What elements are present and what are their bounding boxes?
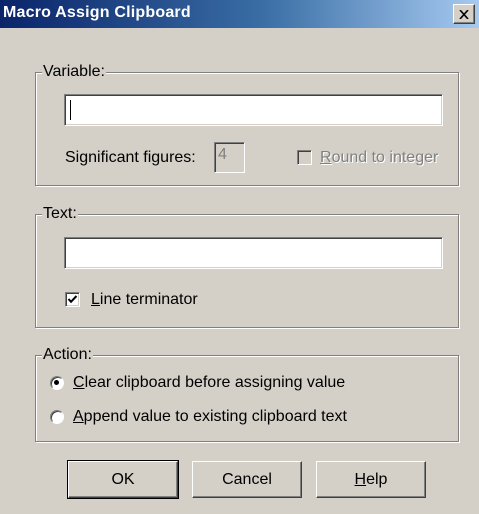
sig-figs-label: Significant figures: (65, 149, 196, 166)
clear-clipboard-label: Clear clipboard before assigning value (73, 373, 345, 393)
text-input[interactable] (64, 237, 443, 269)
append-value-radio[interactable] (50, 410, 64, 424)
append-value-label: Append value to existing clipboard text (73, 407, 347, 427)
line-terminator-label-rest: ine terminator (99, 291, 198, 308)
action-group: Action: (35, 346, 459, 442)
help-label-rest: elp (366, 470, 388, 488)
clear-label-rest: lear clipboard before assigning value (84, 374, 346, 391)
sig-figs-value: 4 (218, 146, 227, 163)
round-mnemonic: R (320, 149, 332, 166)
text-caret (70, 100, 71, 120)
round-label-rest: ound to integer (331, 149, 439, 166)
round-to-integer-checkbox[interactable] (297, 150, 312, 165)
cancel-button-label: Cancel (222, 470, 272, 488)
radio-selected-dot (54, 380, 59, 385)
line-terminator-mnemonic: L (91, 291, 100, 308)
action-group-legend: Action: (42, 346, 93, 364)
clear-mnemonic: C (73, 374, 85, 391)
append-label-rest: ppend value to existing clipboard text (83, 408, 347, 425)
sig-figs-input[interactable]: 4 (214, 142, 245, 173)
append-mnemonic: A (73, 408, 84, 425)
help-button-label: Help (355, 471, 388, 489)
round-to-integer-label: Round to integer (320, 148, 438, 168)
cancel-button[interactable]: Cancel (192, 461, 302, 498)
title-bar[interactable]: Macro Assign Clipboard (0, 0, 479, 28)
close-icon (459, 9, 469, 19)
close-button[interactable] (453, 4, 475, 24)
line-terminator-label: Line terminator (91, 290, 198, 310)
checkmark-icon (67, 295, 78, 304)
variable-group: Variable: (35, 63, 459, 186)
help-button[interactable]: Help (316, 461, 426, 498)
variable-group-legend: Variable: (42, 63, 106, 81)
text-group: Text: (35, 205, 459, 328)
text-group-legend: Text: (42, 205, 78, 223)
window-title: Macro Assign Clipboard (3, 4, 191, 21)
clear-clipboard-radio[interactable] (50, 376, 64, 390)
help-mnemonic: H (354, 470, 367, 488)
macro-assign-clipboard-dialog: Macro Assign Clipboard Variable: Signifi… (0, 0, 479, 514)
variable-input[interactable] (64, 94, 443, 126)
ok-button-label: OK (111, 470, 135, 488)
ok-button[interactable]: OK (67, 460, 179, 499)
line-terminator-checkbox[interactable] (65, 292, 80, 307)
